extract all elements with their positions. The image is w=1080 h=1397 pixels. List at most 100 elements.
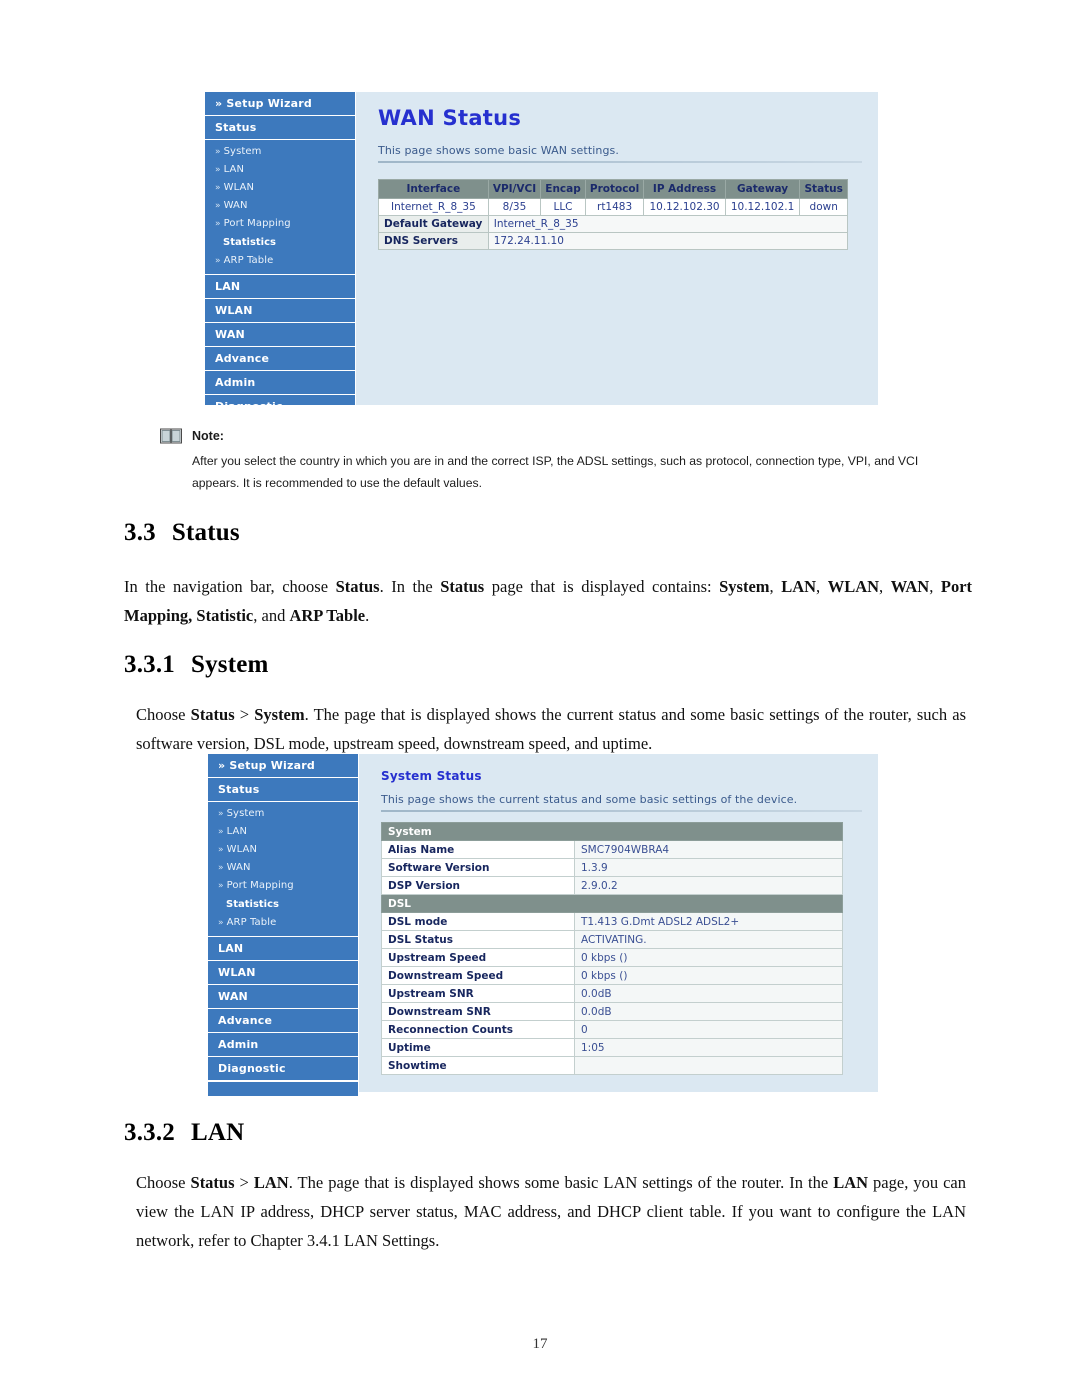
body-text: . In the: [379, 577, 441, 596]
value-dns-servers: 172.24.11.10: [487, 232, 849, 250]
sidebar-item-label: LAN: [226, 826, 248, 837]
sidebar-section-advance[interactable]: Advance: [205, 347, 355, 371]
sidebar-section-wan[interactable]: WAN: [208, 985, 358, 1009]
sidebar-section-wlan[interactable]: WLAN: [205, 299, 355, 323]
col-encap: Encap: [540, 179, 586, 199]
sidebar-item-status[interactable]: Status: [205, 116, 355, 140]
chevron-right-icon: »: [215, 256, 221, 266]
body-text: In the navigation bar, choose: [124, 577, 336, 596]
sidebar-item-lan[interactable]: » LAN: [205, 161, 355, 179]
sidebar-item-arp-table[interactable]: » ARP Table: [205, 252, 355, 270]
sidebar-item-label: LAN: [223, 164, 245, 175]
section-label: System: [381, 822, 843, 841]
sidebar-item-wan[interactable]: » WAN: [205, 197, 355, 215]
sidebar-group-label: Statistics: [226, 899, 279, 910]
sidebar-section-diagnostic[interactable]: Diagnostic: [208, 1057, 358, 1081]
heading-title: Status: [171, 519, 240, 546]
sidebar-status-submenu: » System » LAN » WLAN » WAN » Port Mapping St…: [205, 140, 355, 275]
sidebar-section-advance[interactable]: Advance: [208, 1009, 358, 1033]
table-section-row: DSL: [381, 894, 843, 913]
sidebar-section-label: LAN: [218, 942, 244, 955]
sidebar-section-admin[interactable]: Admin: [208, 1033, 358, 1057]
heading-3-3-2: 3.3.2 LAN: [124, 1119, 244, 1147]
table-row: Uptime 1:05: [381, 1038, 843, 1057]
note-text: After you select the country in which yo…: [192, 454, 919, 490]
sidebar-item-wlan[interactable]: » WLAN: [208, 841, 358, 859]
sidebar-section-label: WAN: [218, 990, 248, 1003]
sidebar-item-setup-wizard[interactable]: » Setup Wizard: [208, 754, 358, 778]
sidebar-item-system[interactable]: » System: [208, 805, 358, 823]
emphasis-text: LAN: [781, 577, 817, 596]
table-section-row: System: [381, 822, 843, 841]
emphasis-text: Status: [190, 705, 235, 724]
sidebar-section-label: Admin: [215, 376, 256, 389]
sidebar-item-status[interactable]: Status: [208, 778, 358, 802]
sidebar-item-port-mapping[interactable]: » Port Mapping: [208, 877, 358, 895]
emphasis-text: Status: [440, 577, 485, 596]
sidebar-section-admin[interactable]: Admin: [205, 371, 355, 395]
row-label: Showtime: [381, 1056, 575, 1075]
navigation-sidebar-wan[interactable]: » Setup Wizard Status » System » LAN » WLAN…: [205, 92, 356, 419]
sidebar-item-port-mapping[interactable]: » Port Mapping: [205, 215, 355, 233]
heading-3-3: 3.3 Status: [124, 519, 240, 547]
table-row: Showtime: [381, 1056, 843, 1075]
sidebar-item-label: Status: [218, 783, 260, 796]
sidebar-section-label: Diagnostic: [215, 400, 283, 413]
emphasis-text: WLAN: [827, 577, 880, 596]
wan-status-screenshot: » Setup Wizard Status » System » LAN » WLAN…: [205, 92, 878, 419]
heading-number: 3.3: [124, 519, 156, 546]
sidebar-section-wlan[interactable]: WLAN: [208, 961, 358, 985]
table-row: Software Version 1.3.9: [381, 858, 843, 877]
sidebar-section-wan[interactable]: WAN: [205, 323, 355, 347]
body-text: .: [365, 606, 370, 625]
col-status: Status: [799, 179, 848, 199]
col-ip-address: IP Address: [643, 179, 726, 199]
open-book-icon: [160, 428, 182, 444]
emphasis-text: ARP Table: [289, 606, 366, 625]
sidebar-section-label: Advance: [218, 1014, 273, 1027]
cell-gateway: 10.12.102.1: [724, 198, 801, 216]
sidebar-item-system[interactable]: » System: [205, 143, 355, 161]
emphasis-text: System: [719, 577, 770, 596]
table-row: Internet_R_8_35 8/35 LLC rt1483 10.12.10…: [378, 198, 848, 216]
sidebar-item-label: WAN: [226, 862, 251, 873]
divider: [381, 810, 862, 812]
navigation-sidebar-system[interactable]: » Setup Wizard Status » System » LAN » WLAN…: [208, 754, 359, 1096]
cell-vpi-vci: 8/35: [487, 198, 542, 216]
chevron-right-icon: »: [215, 165, 221, 175]
chevron-right-icon: »: [215, 219, 221, 229]
chevron-right-icon: »: [218, 845, 224, 855]
row-label: Upstream SNR: [381, 984, 575, 1003]
body-text: >: [234, 705, 255, 724]
sidebar-filler: [208, 1081, 358, 1096]
emphasis-text: WAN: [890, 577, 930, 596]
sidebar-item-wlan[interactable]: » WLAN: [205, 179, 355, 197]
sidebar-section-lan[interactable]: LAN: [208, 937, 358, 961]
sidebar-item-arp-table[interactable]: » ARP Table: [208, 914, 358, 932]
sidebar-section-label: WLAN: [218, 966, 256, 979]
cell-ip-address: 10.12.102.30: [643, 198, 726, 216]
cell-interface: Internet_R_8_35: [378, 198, 489, 216]
col-protocol: Protocol: [584, 179, 645, 199]
system-status-page-title: System Status: [381, 769, 482, 783]
row-value: T1.413 G.Dmt ADSL2 ADSL2+: [574, 912, 843, 931]
label-default-gateway: Default Gateway: [378, 215, 489, 233]
col-interface: Interface: [378, 179, 489, 199]
table-row-default-gateway: Default Gateway Internet_R_8_35: [378, 215, 849, 233]
system-status-content: System Status This page shows the curren…: [359, 754, 878, 1092]
chevron-right-icon: »: [218, 863, 224, 873]
table-row: Downstream Speed 0 kbps (): [381, 966, 843, 985]
table-row: DSP Version 2.9.0.2: [381, 876, 843, 895]
note-heading: Note:: [160, 428, 960, 444]
cell-encap: LLC: [540, 198, 586, 216]
sidebar-item-lan[interactable]: » LAN: [208, 823, 358, 841]
row-label: Alias Name: [381, 840, 575, 859]
sidebar-item-setup-wizard[interactable]: » Setup Wizard: [205, 92, 355, 116]
heading-title: LAN: [191, 1119, 245, 1146]
row-value: 2.9.0.2: [574, 876, 843, 895]
body-text: ,: [816, 577, 828, 596]
sidebar-item-wan[interactable]: » WAN: [208, 859, 358, 877]
sidebar-section-diagnostic[interactable]: Diagnostic: [205, 395, 355, 419]
heading-number: 3.3.1: [124, 651, 175, 678]
sidebar-section-lan[interactable]: LAN: [205, 275, 355, 299]
